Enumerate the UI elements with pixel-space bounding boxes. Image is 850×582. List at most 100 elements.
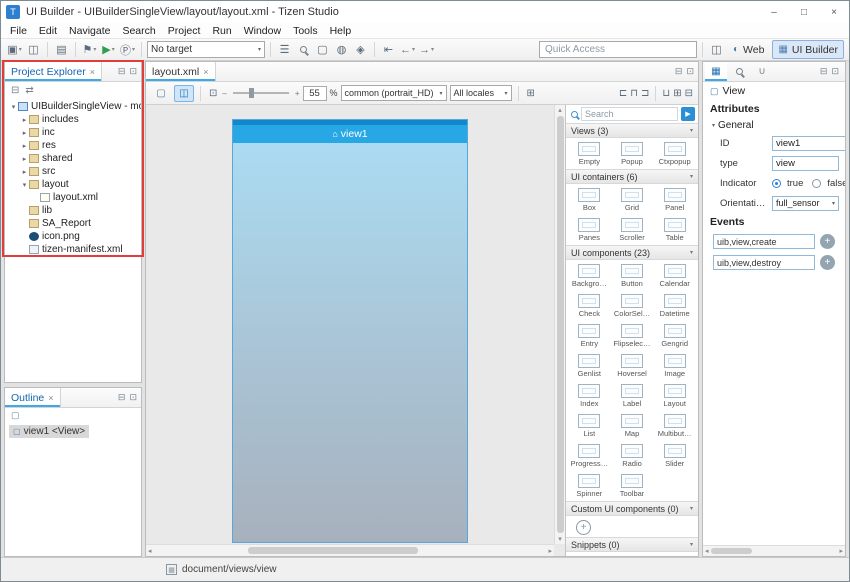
palette-item[interactable]: Label [611,381,654,411]
grid-settings-icon[interactable]: ⊞ [525,88,537,99]
scroll-right-icon[interactable]: ▸ [839,547,843,555]
maximize-panel-icon[interactable]: ⊡ [686,66,694,77]
menu-item[interactable]: Search [116,25,161,37]
palette-item[interactable]: Panel [653,185,696,215]
palette-search-input[interactable] [581,107,678,121]
device-manager-button[interactable]: ◍ [333,41,350,59]
align-center-icon[interactable]: ⊓ [630,88,638,99]
tree-expander-icon[interactable]: ▾ [20,181,29,189]
outline-item-view1[interactable]: ▢ view1 <View> [9,425,89,438]
back-button[interactable]: ←▾ [399,41,416,59]
menu-item[interactable]: Edit [33,25,63,37]
tab-layout-xml[interactable]: layout.xml × [146,62,216,81]
palette-item[interactable]: Radio [611,441,654,471]
debug-button[interactable]: ⚑▾ [81,41,98,59]
new-wizard-button[interactable]: ▣▾ [6,41,23,59]
minimize-panel-icon[interactable]: ⊟ [820,66,828,77]
palette-item[interactable]: Button [611,261,654,291]
tree-item[interactable]: icon.png [5,230,141,243]
minimize-panel-icon[interactable]: ⊟ [675,66,683,77]
tree-item[interactable]: SA_Report [5,217,141,230]
add-custom-component-button[interactable]: + [576,520,591,535]
add-event-destroy-button[interactable]: + [820,255,835,270]
palette-item[interactable]: Image [653,351,696,381]
palette-item[interactable]: Genlist [568,351,611,381]
ui-builder-perspective-button[interactable]: ▦UI Builder [772,40,844,59]
last-edit-location-button[interactable]: ⇤ [380,41,397,59]
palette-item[interactable]: Toolbar [611,471,654,501]
scroll-left-icon[interactable]: ◂ [148,547,152,555]
search-button[interactable] [295,41,312,59]
close-icon[interactable]: × [48,393,53,403]
horizontal-scrollbar-thumb[interactable] [711,548,752,554]
palette-item[interactable]: Table [653,215,696,245]
palette-item[interactable]: Flipselec… [611,321,654,351]
quick-access-input[interactable] [539,41,697,58]
canvas-vertical-scrollbar[interactable]: ▴ ▾ [554,105,565,544]
align-bottom-icon[interactable]: ⊟ [685,88,693,99]
palette-item[interactable]: Gengrid [653,321,696,351]
event-destroy-field[interactable]: uib,view,destroy [713,255,815,270]
tree-item[interactable]: ▸ res [5,139,141,152]
palette-item[interactable]: Entry [568,321,611,351]
palette-search-go-button[interactable]: ▶ [681,107,695,121]
palette-item[interactable]: Slider [653,441,696,471]
design-view-button[interactable]: ▢ [151,85,171,102]
tab-resources-view[interactable]: ∪ [751,62,773,81]
palette-item[interactable]: Multibut… [653,411,696,441]
align-left-icon[interactable]: ⊏ [619,88,627,99]
id-field-input[interactable] [772,136,845,151]
tree-item[interactable]: ▸ shared [5,152,141,165]
palette-item[interactable]: ColorSel… [611,291,654,321]
palette-item[interactable]: Layout [653,381,696,411]
new-file-button[interactable]: ◫ [25,41,42,59]
menu-item[interactable]: Help [324,25,358,37]
align-top-icon[interactable]: ⊔ [662,88,670,99]
tree-expander-icon[interactable]: ▸ [20,155,29,163]
scroll-left-icon[interactable]: ◂ [705,547,709,555]
scroll-up-icon[interactable]: ▴ [558,106,562,114]
tree-item[interactable]: lib [5,204,141,217]
tree-expander-icon[interactable]: ▾ [9,103,18,111]
maximize-panel-icon[interactable]: ⊡ [129,66,137,77]
type-field-value[interactable]: view [772,156,839,171]
menu-item[interactable]: File [4,25,33,37]
split-view-button[interactable]: ◫ [174,85,194,102]
forward-button[interactable]: →▾ [418,41,435,59]
general-group-header[interactable]: ▾ General [703,118,845,133]
horizontal-scrollbar-thumb[interactable] [248,547,418,554]
tree-item[interactable]: ▸ includes [5,113,141,126]
palette-item[interactable]: Panes [568,215,611,245]
resolution-combo[interactable]: common (portrait_HD)▾ [341,85,447,101]
palette-item[interactable]: Empty [568,139,611,169]
orientation-select[interactable]: full_sensor ▾ [772,196,839,211]
palette-section-views[interactable]: Views (3) ▾ [566,123,698,138]
menu-item[interactable]: Navigate [63,25,116,37]
target-combo[interactable]: No target▾ [147,41,265,58]
align-right-icon[interactable]: ⊐ [641,88,649,99]
open-perspective-button[interactable]: ◫ [708,41,725,59]
close-button[interactable]: × [819,1,849,23]
zoom-slider-thumb[interactable] [249,88,254,98]
vertical-scrollbar-thumb[interactable] [557,116,564,533]
tab-attributes-view[interactable]: ▦ [705,62,727,81]
outline-mode-icon[interactable]: ▢ [11,410,20,421]
tree-expander-icon[interactable]: ▸ [20,168,29,176]
palette-item[interactable]: Grid [611,185,654,215]
view1-design-surface[interactable]: ⌂ view1 [232,119,468,543]
menu-item[interactable]: Project [162,25,207,37]
palette-item[interactable]: Progress… [568,441,611,471]
tab-search-view[interactable] [728,62,750,81]
palette-item[interactable]: Ctxpopup [653,139,696,169]
close-icon[interactable]: × [203,67,208,77]
palette-item[interactable]: Check [568,291,611,321]
palette-section-ui-components[interactable]: UI components (23) ▾ [566,245,698,260]
profile-button[interactable]: Ⓟ▾ [119,41,136,59]
indicator-true-radio[interactable] [772,179,781,188]
tree-item[interactable]: ▾ UIBuilderSingleView - mobile-4.0 [5,100,141,113]
palette-item[interactable]: List [568,411,611,441]
fit-to-window-icon[interactable]: ⊡ [207,88,219,99]
menu-item[interactable]: Window [238,25,287,37]
palette-item[interactable]: Box [568,185,611,215]
tree-expander-icon[interactable]: ▸ [20,116,29,124]
